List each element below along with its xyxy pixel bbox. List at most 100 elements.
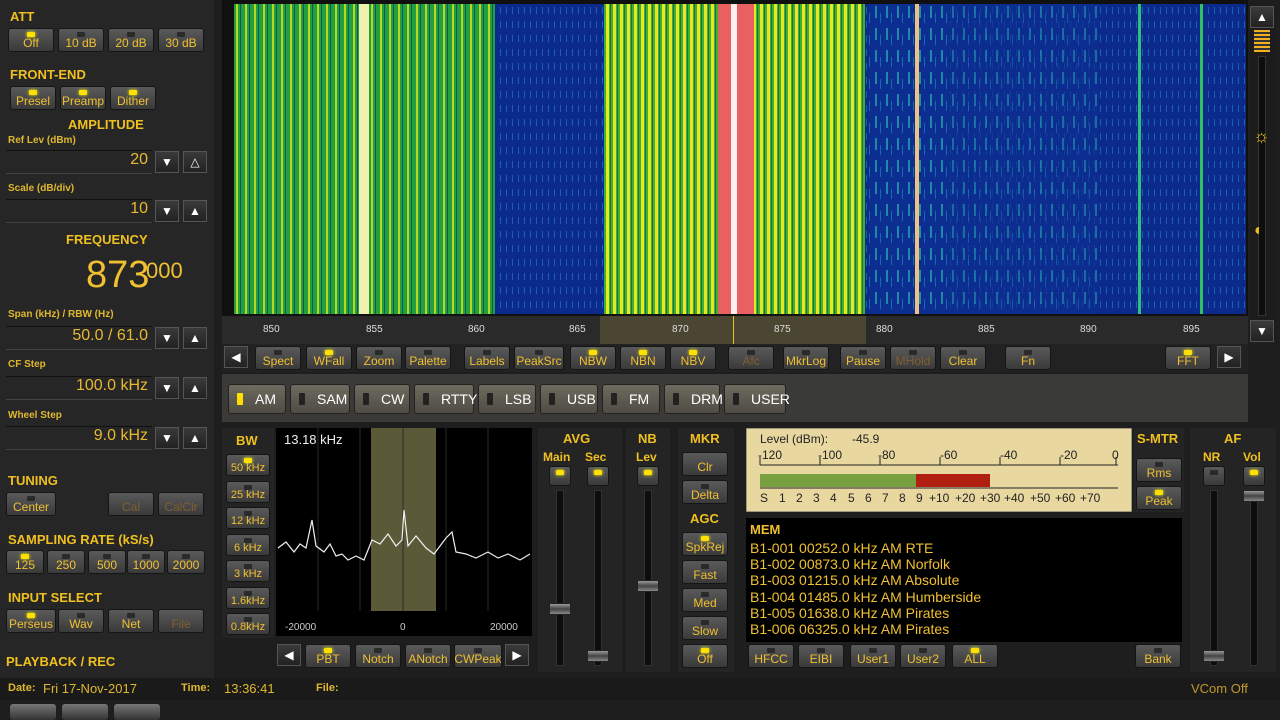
att-30db-button[interactable]: 30 dB	[158, 28, 204, 52]
cfstep-down-icon[interactable]: ▼	[155, 377, 179, 399]
memory-row[interactable]: B1-002 00873.0 kHz AM Norfolk	[750, 556, 950, 572]
toolbar-clear-button[interactable]: Clear	[940, 346, 986, 370]
bw-button[interactable]: 12 kHz	[226, 507, 270, 529]
avg-main-slider-knob[interactable]	[549, 603, 571, 615]
hfcc-button[interactable]: HFCC	[748, 644, 794, 668]
presel-button[interactable]: Presel	[10, 86, 56, 110]
perseus-button[interactable]: Perseus	[6, 609, 56, 633]
nb-toggle[interactable]	[637, 466, 659, 486]
frequency-axis[interactable]: 850 855 860 865 870 875 880 885 890 895	[222, 316, 1248, 344]
mode-user-button[interactable]: USER	[724, 384, 790, 414]
avg-sec-slider-knob[interactable]	[587, 650, 609, 662]
mkr-clr-button[interactable]: Clr	[682, 452, 728, 476]
mode-usb-button[interactable]: USB	[540, 384, 598, 414]
ref-level-up-icon[interactable]: △	[183, 151, 207, 173]
center-button[interactable]: Center	[6, 492, 56, 516]
nr-slider-knob[interactable]	[1203, 650, 1225, 662]
calclr-button[interactable]: CalClr	[158, 492, 204, 516]
brightness-icon[interactable]: ☼	[1253, 126, 1270, 147]
span-up-icon[interactable]: ▲	[183, 327, 207, 349]
dither-button[interactable]: Dither	[110, 86, 156, 110]
toolbar-pause-button[interactable]: Pause	[840, 346, 886, 370]
bank-button[interactable]: Bank	[1135, 644, 1181, 668]
toolbar-zoom-button[interactable]: Zoom	[356, 346, 402, 370]
anotch-button[interactable]: ANotch	[405, 644, 451, 668]
mode-lsb-button[interactable]: LSB	[478, 384, 536, 414]
contrast-icon[interactable]: ◐	[1254, 222, 1264, 240]
toolbar-nbv-button[interactable]: NBV	[670, 346, 716, 370]
toolbar-palette-button[interactable]: Palette	[405, 346, 451, 370]
nb-slider-knob[interactable]	[637, 580, 659, 592]
agc-spkrej-button[interactable]: SpkRej	[682, 532, 728, 556]
memory-row[interactable]: B1-003 01215.0 kHz AM Absolute	[750, 572, 959, 588]
agc-slow-button[interactable]: Slow	[682, 616, 728, 640]
all-button[interactable]: ALL	[952, 644, 998, 668]
agc-med-button[interactable]: Med	[682, 588, 728, 612]
scale-field[interactable]: 10	[6, 199, 152, 223]
file-button[interactable]: File	[158, 609, 204, 633]
toolbar-peaksrc-button[interactable]: PeakSrc	[514, 346, 564, 370]
span-field[interactable]: 50.0 / 61.0	[6, 326, 152, 350]
memory-row[interactable]: B1-005 01638.0 kHz AM Pirates	[750, 605, 949, 621]
mode-fm-button[interactable]: FM	[602, 384, 660, 414]
avg-sec-toggle[interactable]	[587, 466, 609, 486]
wheel-down-icon[interactable]: ▼	[155, 427, 179, 449]
wav-button[interactable]: Wav	[58, 609, 104, 633]
mode-am-button[interactable]: AM	[228, 384, 286, 414]
toolbar-labels-button[interactable]: Labels	[464, 346, 510, 370]
cfstep-field[interactable]: 100.0 kHz	[6, 376, 152, 400]
sr-1000-button[interactable]: 1000	[127, 550, 165, 574]
toolbar-nbn-button[interactable]: NBN	[620, 346, 666, 370]
agc-off-button[interactable]: Off	[682, 644, 728, 668]
memory-row[interactable]: B1-001 00252.0 kHz AM RTE	[750, 540, 933, 556]
bw-button[interactable]: 6 kHz	[226, 533, 270, 556]
waterfall-speed-icon[interactable]	[1254, 30, 1270, 52]
filter-left-icon[interactable]: ◀	[277, 644, 301, 666]
sr-500-button[interactable]: 500	[88, 550, 126, 574]
mkr-delta-button[interactable]: Delta	[682, 480, 728, 504]
scale-up-icon[interactable]: ▲	[183, 200, 207, 222]
avg-main-slider-track[interactable]	[556, 490, 564, 666]
eibi-button[interactable]: EIBI	[798, 644, 844, 668]
scroll-up-icon[interactable]: ▲	[1250, 6, 1274, 28]
vol-toggle[interactable]	[1243, 466, 1265, 486]
nr-slider-track[interactable]	[1210, 490, 1218, 666]
ref-level-field[interactable]: 20	[6, 150, 152, 174]
toolbar-fft-button[interactable]: FFT	[1165, 346, 1211, 370]
wheel-field[interactable]: 9.0 kHz	[6, 426, 152, 450]
ref-level-down-icon[interactable]: ▼	[155, 151, 179, 173]
user1-button[interactable]: User1	[850, 644, 896, 668]
cfstep-up-icon[interactable]: ▲	[183, 377, 207, 399]
frequency-display[interactable]: 873 000	[4, 252, 210, 302]
net-button[interactable]: Net	[108, 609, 154, 633]
sr-250-button[interactable]: 250	[47, 550, 85, 574]
scroll-down-icon[interactable]: ▼	[1250, 320, 1274, 342]
scale-down-icon[interactable]: ▼	[155, 200, 179, 222]
notch-button[interactable]: Notch	[355, 644, 401, 668]
vol-slider-track[interactable]	[1250, 490, 1258, 666]
play-icon[interactable]	[62, 704, 108, 720]
toolbar-afc-button[interactable]: Afc	[728, 346, 774, 370]
bw-button[interactable]: 25 kHz	[226, 480, 270, 503]
stop-icon[interactable]	[10, 704, 56, 720]
memory-row[interactable]: B1-004 01485.0 kHz AM Humberside	[750, 589, 981, 605]
toolbar-mhold-button[interactable]: MHold	[890, 346, 936, 370]
toolbar-right-icon[interactable]: ▶	[1217, 346, 1241, 368]
mode-sam-button[interactable]: SAM	[290, 384, 350, 414]
filter-spectrum[interactable]	[276, 428, 532, 636]
att-20db-button[interactable]: 20 dB	[108, 28, 154, 52]
waterfall-display[interactable]	[234, 4, 1246, 314]
peak-button[interactable]: Peak	[1136, 486, 1182, 510]
preamp-button[interactable]: Preamp	[60, 86, 106, 110]
memory-row[interactable]: B1-006 06325.0 kHz AM Pirates	[750, 621, 949, 637]
avg-sec-slider-track[interactable]	[594, 490, 602, 666]
pbt-button[interactable]: PBT	[305, 644, 351, 668]
vol-slider-knob[interactable]	[1243, 490, 1265, 502]
nb-slider-track[interactable]	[644, 490, 652, 666]
toolbar-wfall-button[interactable]: WFall	[306, 346, 352, 370]
record-icon[interactable]	[114, 704, 160, 720]
toolbar-nbw-button[interactable]: NBW	[570, 346, 616, 370]
cal-button[interactable]: Cal	[108, 492, 154, 516]
toolbar-fn-button[interactable]: Fn	[1005, 346, 1051, 370]
agc-fast-button[interactable]: Fast	[682, 560, 728, 584]
